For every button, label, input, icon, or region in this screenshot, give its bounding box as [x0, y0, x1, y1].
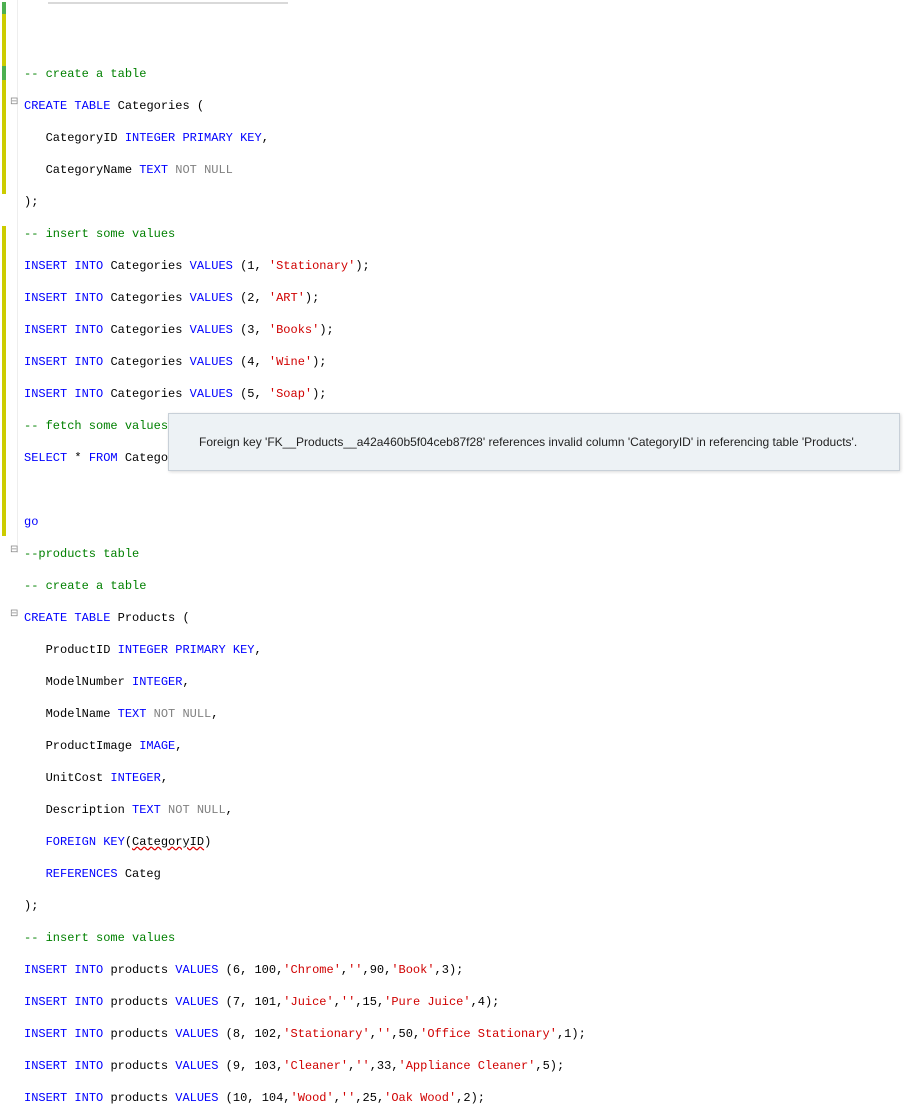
kw-go: go: [24, 515, 38, 529]
kw-values: VALUES: [190, 259, 233, 273]
error-token[interactable]: CategoryID: [132, 835, 204, 849]
comment: -- create a table: [24, 67, 146, 81]
col-name: CategoryName: [46, 163, 132, 177]
kw-select: SELECT: [24, 451, 67, 465]
string: 'Stationary': [269, 259, 355, 273]
kw-into: INTO: [74, 259, 103, 273]
code-editor[interactable]: -- create a table ⊟ CREATE TABLE Categori…: [0, 0, 910, 553]
kw-table: TABLE: [74, 99, 110, 113]
kw-from: FROM: [89, 451, 118, 465]
error-message: Foreign key 'FK__Products__a42a460b5f04c…: [199, 435, 857, 449]
error-tooltip: Foreign key 'FK__Products__a42a460b5f04c…: [168, 413, 900, 471]
paren: (: [197, 99, 204, 113]
fold-icon[interactable]: ⊟: [10, 546, 20, 556]
ident: Categories: [118, 99, 190, 113]
kw: KEY: [240, 131, 262, 145]
caret-highlight: [48, 2, 288, 4]
comment: -- insert some values: [24, 931, 175, 945]
code-area[interactable]: -- create a table ⊟CREATE TABLE Categori…: [18, 0, 910, 553]
editor-gutter: [0, 0, 18, 553]
kw-create: CREATE: [24, 99, 67, 113]
paren: );: [24, 195, 38, 209]
comment: -- fetch some values: [24, 419, 168, 433]
fold-icon[interactable]: ⊟: [10, 98, 20, 108]
ident: Categories: [110, 259, 182, 273]
type: INTEGER: [125, 131, 175, 145]
comment: --products table: [24, 547, 139, 561]
fold-icon[interactable]: ⊟: [10, 610, 20, 620]
kw-null: NULL: [204, 163, 233, 177]
comment: -- create a table: [24, 579, 146, 593]
comment: -- insert some values: [24, 227, 175, 241]
kw: PRIMARY: [182, 131, 232, 145]
type: TEXT: [139, 163, 168, 177]
kw-not: NOT: [175, 163, 197, 177]
col-name: CategoryID: [46, 131, 118, 145]
kw-insert: INSERT: [24, 259, 67, 273]
